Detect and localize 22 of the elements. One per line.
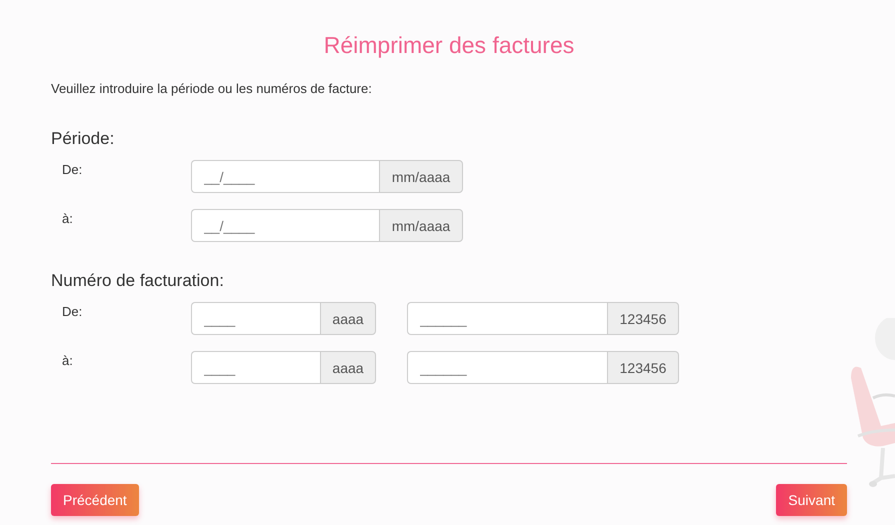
input-field[interactable]: ______: [407, 351, 607, 384]
field-label: De:: [61, 303, 84, 321]
next-button[interactable]: Suivant: [776, 484, 847, 516]
input-field[interactable]: ______: [407, 302, 607, 335]
page-title: Réimprimer des factures: [322, 31, 576, 60]
input-addon: aaaa: [320, 302, 376, 335]
input-addon: mm/aaaa: [379, 209, 463, 242]
section-heading: Période:: [51, 128, 116, 150]
instruction-text: Veuillez introduire la période ou les numéros de facture:: [51, 81, 373, 97]
input-field[interactable]: __/____: [191, 160, 379, 193]
input-addon: 123456: [607, 302, 679, 335]
field-label: à:: [61, 210, 74, 228]
input-addon: mm/aaaa: [379, 160, 463, 193]
input-addon: aaaa: [320, 351, 376, 384]
input-field[interactable]: __/____: [191, 209, 379, 242]
field-label: De:: [61, 161, 84, 179]
input-field[interactable]: ____: [191, 302, 320, 335]
previous-button[interactable]: Précédent: [51, 484, 139, 516]
section-heading: Numéro de facturation:: [51, 270, 225, 292]
input-addon: 123456: [607, 351, 679, 384]
input-field[interactable]: ____: [191, 351, 320, 384]
field-label: à:: [61, 352, 74, 370]
